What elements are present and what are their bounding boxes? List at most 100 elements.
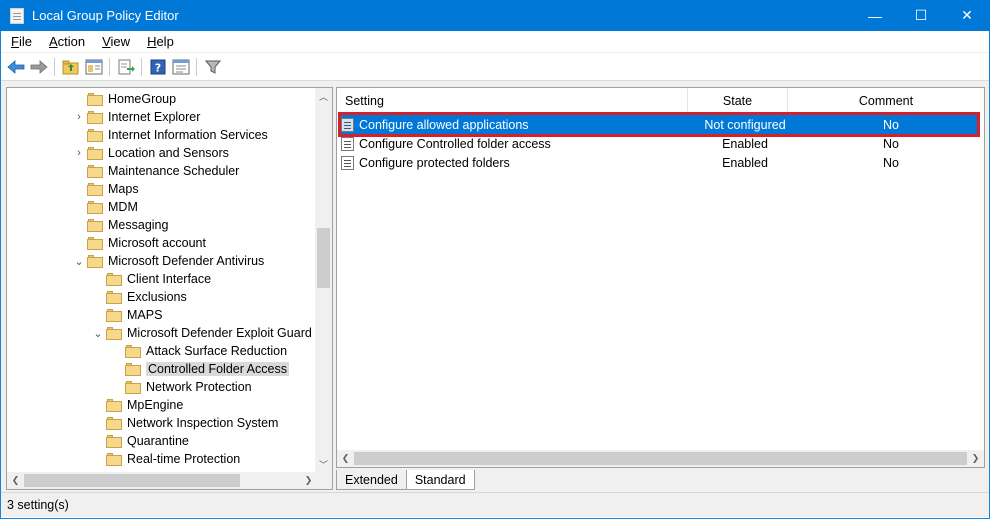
folder-icon xyxy=(87,200,103,214)
tree-item-label: HomeGroup xyxy=(108,92,177,106)
list-horizontal-scrollbar[interactable]: ❮ ❯ xyxy=(337,450,984,467)
tree-item-label: Real-time Protection xyxy=(127,452,241,466)
collapse-chevron-icon[interactable]: ⌄ xyxy=(71,255,87,268)
expand-chevron-icon[interactable]: › xyxy=(71,111,87,123)
tree-item[interactable]: Maintenance Scheduler xyxy=(71,162,239,180)
tree-item[interactable]: MDM xyxy=(71,198,138,216)
status-text: 3 setting(s) xyxy=(7,498,69,512)
tree-item[interactable]: Maps xyxy=(71,180,139,198)
menu-help[interactable]: Help xyxy=(137,34,181,49)
policy-tree-pane[interactable]: HomeGroup › Internet Explorer Internet Info… xyxy=(6,87,333,490)
folder-icon xyxy=(106,272,122,286)
tree-item[interactable]: Network Protection xyxy=(109,378,252,396)
filter-button[interactable] xyxy=(202,56,224,78)
setting-state: Not configured xyxy=(704,117,786,132)
tree-item-label: Client Interface xyxy=(127,272,212,286)
menu-file-mnemonic: F xyxy=(11,34,19,49)
scroll-left-arrow-icon[interactable]: ❮ xyxy=(7,472,24,489)
menu-view[interactable]: View xyxy=(92,34,137,49)
view-tabs: Extended Standard xyxy=(336,470,475,490)
folder-icon xyxy=(87,92,103,106)
show-hide-tree-icon xyxy=(85,59,103,74)
setting-name: Configure allowed applications xyxy=(359,117,529,132)
tree-item[interactable]: Internet Information Services xyxy=(71,126,268,144)
tree-item[interactable]: › Internet Explorer xyxy=(71,108,200,126)
tree-item[interactable]: Messaging xyxy=(71,216,168,234)
help-button[interactable]: ? xyxy=(147,56,169,78)
menu-action[interactable]: Action xyxy=(39,34,92,49)
tree-item[interactable]: Exclusions xyxy=(90,288,187,306)
scrollbar-thumb[interactable] xyxy=(24,474,240,487)
minimize-icon: — xyxy=(868,7,882,24)
title-bar[interactable]: Local Group Policy Editor — ☐ ✕ xyxy=(0,0,990,31)
tree-horizontal-scrollbar[interactable]: ❮ ❯ xyxy=(7,472,317,489)
column-header-setting-label: Setting xyxy=(345,94,384,108)
minimize-button[interactable]: — xyxy=(852,0,898,31)
menu-file[interactable]: File xyxy=(1,34,39,49)
setting-name: Configure Controlled folder access xyxy=(359,136,551,151)
window-controls: — ☐ ✕ xyxy=(852,0,990,31)
tree-item[interactable]: Client Interface xyxy=(90,270,211,288)
export-list-button[interactable] xyxy=(115,56,137,78)
setting-row[interactable]: Configure allowed applications Not confi… xyxy=(341,115,979,134)
tree-item-label: MpEngine xyxy=(127,398,184,412)
list-header: Setting State Comment xyxy=(337,88,984,114)
tree-item[interactable]: ⌄ Microsoft Defender Antivirus xyxy=(71,252,264,270)
tab-extended[interactable]: Extended xyxy=(336,470,407,490)
tree-item-label: Controlled Folder Access xyxy=(146,362,289,376)
scrollbar-thumb[interactable] xyxy=(354,452,967,465)
policy-setting-icon xyxy=(341,155,354,170)
folder-icon xyxy=(106,416,122,430)
folder-icon xyxy=(125,380,141,394)
tree-item[interactable]: › Location and Sensors xyxy=(71,144,229,162)
up-folder-button[interactable] xyxy=(60,56,82,78)
tree-item-label: Maintenance Scheduler xyxy=(108,164,240,178)
forward-button[interactable] xyxy=(28,56,50,78)
tree-item-label: Quarantine xyxy=(127,434,189,448)
back-icon xyxy=(7,59,25,74)
back-button[interactable] xyxy=(5,56,27,78)
show-hide-tree-button[interactable] xyxy=(83,56,105,78)
tree-item[interactable]: Real-time Protection xyxy=(90,450,240,468)
toolbar: ? xyxy=(1,53,989,81)
scrollbar-thumb[interactable] xyxy=(317,228,330,288)
tree-vertical-scrollbar[interactable]: ︿ ﹀ xyxy=(315,88,332,473)
tree-item[interactable]: Quarantine xyxy=(90,432,189,450)
toolbar-separator xyxy=(141,57,142,76)
tree-item[interactable]: HomeGroup xyxy=(71,90,176,108)
tree-item[interactable]: Microsoft account xyxy=(71,234,206,252)
tab-standard[interactable]: Standard xyxy=(405,470,475,490)
scroll-down-arrow-icon[interactable]: ﹀ xyxy=(315,456,332,473)
tree-item[interactable]: Network Inspection System xyxy=(90,414,278,432)
properties-button[interactable] xyxy=(170,56,192,78)
setting-comment: No xyxy=(883,155,899,170)
tree-item[interactable]: Attack Surface Reduction xyxy=(109,342,287,360)
close-button[interactable]: ✕ xyxy=(944,0,990,31)
toolbar-separator xyxy=(109,57,110,76)
tree-item[interactable]: MAPS xyxy=(90,306,162,324)
expand-chevron-icon[interactable]: › xyxy=(71,147,87,159)
folder-icon xyxy=(125,344,141,358)
tree-item[interactable]: Controlled Folder Access xyxy=(109,360,289,378)
scroll-right-arrow-icon[interactable]: ❯ xyxy=(967,450,984,467)
column-header-setting[interactable]: Setting xyxy=(337,88,688,114)
setting-state: Enabled xyxy=(722,155,768,170)
tree-item-label: Internet Information Services xyxy=(108,128,268,142)
scroll-up-arrow-icon[interactable]: ︿ xyxy=(315,88,332,105)
settings-list-pane[interactable]: Setting State Comment Configure allowed … xyxy=(336,87,985,468)
properties-icon xyxy=(172,59,190,74)
folder-icon xyxy=(87,128,103,142)
maximize-button[interactable]: ☐ xyxy=(898,0,944,31)
scroll-left-arrow-icon[interactable]: ❮ xyxy=(337,450,354,467)
folder-icon xyxy=(106,398,122,412)
tree-item-label: Network Protection xyxy=(146,380,252,394)
tree-item[interactable]: MpEngine xyxy=(90,396,183,414)
tree-item[interactable]: ⌄ Microsoft Defender Exploit Guard xyxy=(90,324,311,342)
column-header-state[interactable]: State xyxy=(688,88,788,114)
setting-row[interactable]: Configure Controlled folder access Enabl… xyxy=(341,134,979,153)
toolbar-separator xyxy=(54,57,55,76)
setting-row[interactable]: Configure protected folders Enabled No xyxy=(341,153,979,172)
tree-item-label: Attack Surface Reduction xyxy=(146,344,288,358)
collapse-chevron-icon[interactable]: ⌄ xyxy=(90,327,106,340)
column-header-comment[interactable]: Comment xyxy=(788,88,984,114)
